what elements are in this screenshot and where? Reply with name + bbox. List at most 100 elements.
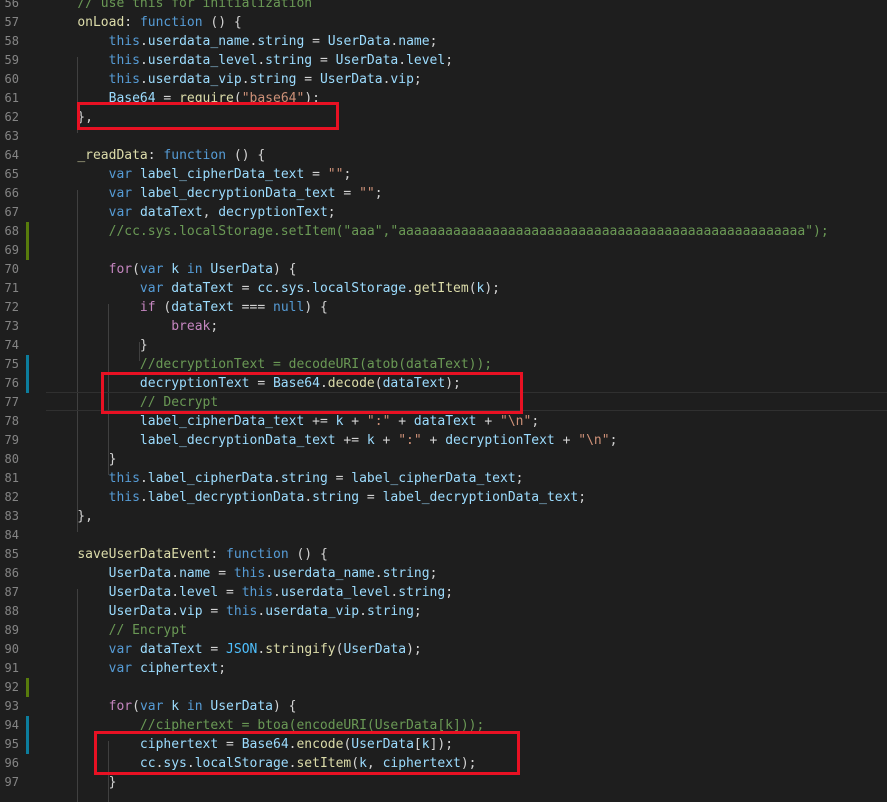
code-token: var	[108, 167, 133, 182]
code-token: .	[139, 471, 148, 486]
code-token: name	[398, 34, 430, 49]
code-line[interactable]: 72 if (dataText === null) {	[0, 298, 887, 317]
code-token: in	[186, 262, 203, 277]
code-token: .	[359, 604, 367, 619]
code-line[interactable]: 71 var dataText = cc.sys.localStorage.ge…	[0, 279, 887, 298]
code-token: this	[108, 34, 140, 49]
line-number: 79	[4, 433, 19, 447]
code-token: +	[390, 414, 414, 429]
code-line[interactable]: 64 _readData: function () {	[0, 146, 887, 165]
code-token: ;	[445, 585, 454, 600]
code-text: break;	[46, 317, 218, 336]
line-number: 87	[4, 585, 19, 599]
code-line[interactable]: 73 break;	[0, 317, 887, 336]
line-number: 62	[4, 110, 19, 124]
code-line[interactable]: 92	[0, 678, 887, 697]
code-token: (	[468, 281, 477, 296]
code-token: ,	[202, 205, 219, 220]
code-text: label_decryptionData_text += k + ":" + d…	[46, 431, 617, 450]
code-text: // use this for initialization	[46, 0, 312, 13]
code-token: for	[108, 699, 133, 714]
code-token: () {	[288, 547, 328, 562]
code-line[interactable]: 69	[0, 241, 887, 260]
code-line[interactable]: 93 for(var k in UserData) {	[0, 697, 887, 716]
line-number: 72	[4, 300, 19, 314]
code-line[interactable]: 90 var dataText = JSON.stringify(UserDat…	[0, 640, 887, 659]
code-line[interactable]: 66 var label_decryptionData_text = "";	[0, 184, 887, 203]
line-number: 78	[4, 414, 19, 428]
code-line[interactable]: 97 }	[0, 773, 887, 792]
code-line[interactable]: 81 this.label_cipherData.string = label_…	[0, 469, 887, 488]
code-token: .	[171, 585, 180, 600]
code-token: if	[139, 300, 156, 315]
gutter-added-marker	[26, 678, 29, 697]
code-line[interactable]: 78 label_cipherData_text += k + ":" + da…	[0, 412, 887, 431]
line-number: 85	[4, 547, 19, 561]
code-line[interactable]: 70 for(var k in UserData) {	[0, 260, 887, 279]
code-line[interactable]: 83 },	[0, 507, 887, 526]
code-token: string	[249, 72, 297, 87]
code-token: this	[108, 490, 140, 505]
code-line[interactable]: 91 var ciphertext;	[0, 659, 887, 678]
gutter-modified-marker	[26, 355, 29, 374]
code-token: for	[108, 262, 133, 277]
code-token: vip	[390, 72, 414, 87]
code-line[interactable]: 67 var dataText, decryptionText;	[0, 203, 887, 222]
code-line[interactable]: 57 onLoad: function () {	[0, 13, 887, 32]
code-line[interactable]: 60 this.userdata_vip.string = UserData.v…	[0, 70, 887, 89]
code-token: .	[257, 53, 266, 68]
code-line[interactable]: 88 UserData.vip = this.userdata_vip.stri…	[0, 602, 887, 621]
code-line[interactable]: 89 // Encrypt	[0, 621, 887, 640]
line-number: 60	[4, 72, 19, 86]
code-token: string	[312, 490, 360, 505]
line-number: 91	[4, 661, 19, 675]
code-line[interactable]: 68 //cc.sys.localStorage.setItem("aaa","…	[0, 222, 887, 241]
line-number: 64	[4, 148, 19, 162]
code-token: //cc.sys.localStorage.setItem("aaa","aaa…	[108, 224, 829, 239]
code-token: ;	[413, 72, 422, 87]
code-line[interactable]: 74 }	[0, 336, 887, 355]
line-number: 63	[4, 129, 19, 143]
code-token: .	[265, 566, 274, 581]
code-token: var	[108, 642, 133, 657]
code-line[interactable]: 87 UserData.level = this.userdata_level.…	[0, 583, 887, 602]
line-number: 74	[4, 338, 19, 352]
code-token: string	[265, 53, 313, 68]
line-number: 76	[4, 376, 19, 390]
code-line[interactable]: 56 // use this for initialization	[0, 0, 887, 13]
code-line[interactable]: 85 saveUserDataEvent: function () {	[0, 545, 887, 564]
code-token: label_cipherData_text	[139, 167, 305, 182]
code-line[interactable]: 59 this.userdata_level.string = UserData…	[0, 51, 887, 70]
code-line[interactable]: 80 }	[0, 450, 887, 469]
code-line[interactable]: 79 label_decryptionData_text += k + ":" …	[0, 431, 887, 450]
code-token: UserData	[108, 566, 172, 581]
code-token: k	[171, 262, 180, 277]
code-token: userdata_name	[273, 566, 375, 581]
line-number: 70	[4, 262, 19, 276]
line-number: 71	[4, 281, 19, 295]
code-editor[interactable]: 56 // use this for initialization 57 onLo…	[0, 0, 887, 802]
code-text: UserData.vip = this.userdata_vip.string;	[46, 602, 422, 621]
code-token: label_decryptionData_text	[139, 433, 336, 448]
code-line[interactable]: 65 var label_cipherData_text = "";	[0, 165, 887, 184]
code-token: () {	[226, 148, 266, 163]
code-line[interactable]: 58 this.userdata_name.string = UserData.…	[0, 32, 887, 51]
code-token: }	[46, 338, 148, 353]
gutter-modified-marker	[26, 716, 29, 735]
code-line[interactable]: 86 UserData.name = this.userdata_name.st…	[0, 564, 887, 583]
code-token: .	[304, 281, 313, 296]
code-token: ) {	[304, 300, 328, 315]
code-line[interactable]: 82 this.label_decryptionData.string = la…	[0, 488, 887, 507]
code-token: =	[327, 471, 352, 486]
line-number: 96	[4, 756, 19, 770]
code-token: ;	[218, 661, 227, 676]
code-token: ;	[210, 319, 219, 334]
code-token: //decryptionText = decodeURI(atob(dataTe…	[139, 357, 493, 372]
code-token: userdata_vip	[265, 604, 360, 619]
code-line[interactable]: 84	[0, 526, 887, 545]
